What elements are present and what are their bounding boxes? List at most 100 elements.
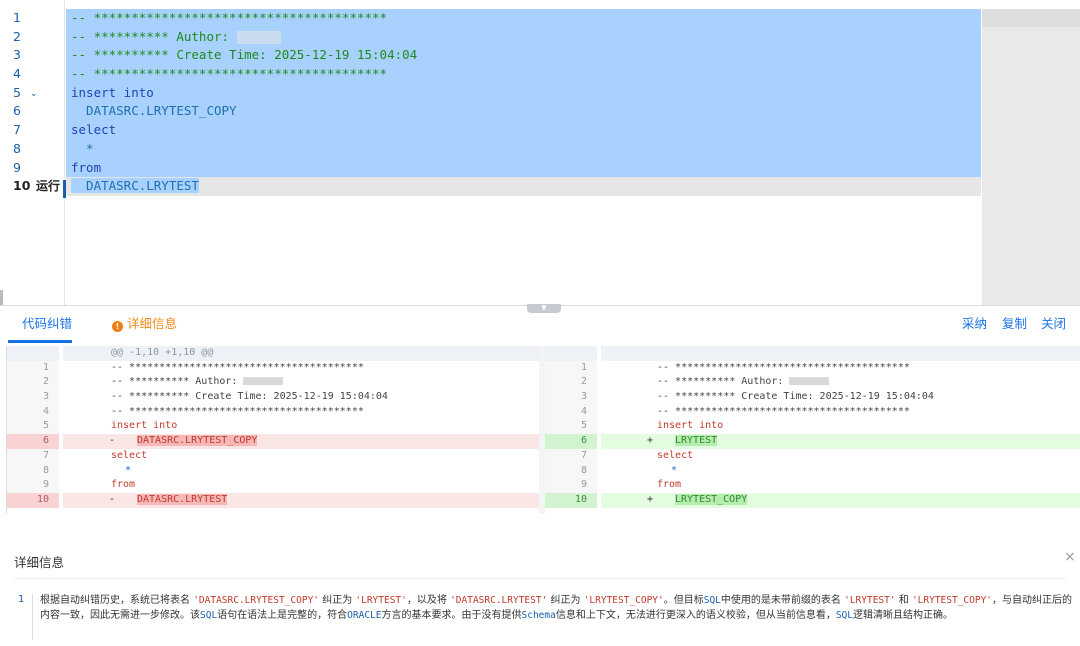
diff-line-number: 3 [545,390,597,405]
detail-paragraph: 根据自动纠错历史，系统已将表名 'DATASRC.LRYTEST_COPY' 纠… [40,594,1080,623]
diff-row-added: 10 + LRYTEST_COPY [545,492,1080,508]
code-text: -- ********** Author: [71,28,230,44]
diff-line-text: - DATASRC.LRYTEST_COPY [63,434,539,449]
code-text: * [71,140,94,156]
diff-view: @@ -1,10 +1,10 @@ 1 -- ******************… [6,346,1080,514]
code-text: DATASRC.LRYTEST [71,178,199,194]
warning-icon: ! [112,321,123,332]
diff-line-number: 9 [545,478,597,493]
line-number: 9 [0,159,64,178]
code-text: DATASRC.LRYTEST_COPY [71,103,237,119]
diff-row: 9 from [545,478,1080,493]
line-number-current: 10 运行 [0,177,64,196]
diff-line-number: 10 [7,492,59,508]
diff-line-text: from [111,479,136,491]
code-line-current: DATASRC.LRYTEST [66,177,981,196]
copy-button[interactable]: 复制 [1002,306,1027,342]
diff-line-text: - DATASRC.LRYTEST [63,492,539,508]
close-icon[interactable]: × [1064,549,1076,565]
detail-text: 。但目标 [663,595,704,606]
diff-row-added: 6 + LRYTEST [545,434,1080,449]
redacted-author [789,377,830,386]
diff-line-text: insert into [111,420,178,432]
detail-text: 中使用的是未带前缀的表名 [720,595,845,606]
code-line: -- ********** Create Time: 2025-12-19 15… [66,46,981,66]
detail-table-name: 'DATASRC.LRYTEST' [450,595,548,606]
diff-line-number: 8 [7,463,59,479]
tab-detail-label: 详细信息 [127,316,178,331]
tab-code-fix[interactable]: 代码纠错 [22,306,72,342]
diff-line-number: 4 [7,404,59,420]
diff-row: 5 insert into [7,419,539,435]
tab-detail-info[interactable]: ! 详细信息 [112,306,177,342]
line-number-text: 5 [13,84,21,100]
code-text: insert into [71,84,154,100]
diff-line-number: 10 [545,492,597,508]
detail-item-number: 1 [18,594,25,605]
diff-row: 8 * [545,463,1080,479]
code-line: from [66,158,981,178]
code-text: -- ********** Create Time: 2025-12-19 15… [71,47,418,63]
diff-line-text: * [601,464,1080,479]
detail-item-bar [32,594,33,640]
diff-line-text: + LRYTEST_COPY [601,492,1080,508]
diff-line-text: from [657,479,682,491]
diff-pane-original: @@ -1,10 +1,10 @@ 1 -- ******************… [7,346,539,514]
detail-table-name: 'LRYTEST_COPY' [583,595,664,606]
detail-keyword: Schema [521,609,556,621]
diff-hunk-header: @@ -1,10 +1,10 @@ [7,346,539,361]
diff-row: 8 * [7,463,539,479]
diff-row: 3 -- ********** Create Time: 2025-12-19 1… [7,390,539,405]
code-area[interactable]: -- *************************************… [66,9,981,196]
line-number: 8 [0,140,64,159]
run-line-button[interactable]: 运行 [36,177,60,196]
diff-row: 3 -- ********** Create Time: 2025-12-19 1… [545,390,1080,405]
detail-text: 方言的基本要求。由于没有提供 [381,609,522,621]
line-number: 7 [0,121,64,140]
diff-line-text: select [657,449,694,461]
line-number-text: 10 [13,178,31,194]
diff-line-text: -- *************************************… [657,405,910,417]
diff-row: 1 -- ************************************… [545,360,1080,376]
diff-row: 2 -- ********** Author: [545,375,1080,391]
diff-row: 5 insert into [545,419,1080,435]
close-button[interactable]: 关闭 [1041,306,1066,342]
detail-keyword: SQL [703,595,721,606]
collapse-panel-handle[interactable]: ▼ [527,304,561,313]
diff-plus-sign: + [647,493,654,505]
line-number-text: 6 [13,103,21,119]
fold-chevron-icon[interactable]: ⌄ [30,85,38,104]
diff-line-text: -- *************************************… [111,405,364,417]
diff-row: 2 -- ********** Author: [7,375,539,391]
line-number-text: 4 [13,66,21,82]
adopt-button[interactable]: 采纳 [962,306,987,342]
code-line: -- ********** Author: [66,27,981,47]
diff-line-number: 2 [7,375,59,391]
diff-removed-token: DATASRC.LRYTEST_COPY [137,435,258,447]
code-line: DATASRC.LRYTEST_COPY [66,102,981,122]
diff-added-token: LRYTEST [675,435,718,447]
line-number: 2 [0,28,64,47]
line-number-text: 3 [13,47,21,63]
code-line: -- *************************************… [66,9,981,28]
diff-line-number: 5 [545,419,597,435]
detail-table-name: 'DATASRC.LRYTEST_COPY' [193,595,320,606]
diff-line-number: 4 [545,404,597,420]
diff-line-text: -- *************************************… [657,361,910,373]
minimap[interactable] [982,9,1080,305]
diff-line-text-value: * [671,464,678,476]
detail-text: 纠正为 [319,595,356,606]
code-line: insert into [66,83,981,103]
diff-line-number: 8 [545,463,597,479]
detail-text: 语句在语法上是完整的，符合 [217,609,348,621]
sql-editor[interactable]: 1 2 3 4 5 ⌄ 6 7 8 9 10 运行 -- *************… [0,0,1080,312]
diff-line-text: * [63,464,539,479]
diff-line-number: 1 [7,360,59,376]
detail-table-name: 'LRYTEST_COPY' [911,595,993,606]
diff-line-text: select [111,449,148,461]
diff-row: 4 -- ************************************… [545,404,1080,420]
minimap-viewport[interactable] [982,9,1080,27]
code-text: -- *************************************… [71,10,388,25]
active-tab-indicator [8,340,72,343]
diff-line-text: -- ********** Create Time: 2025-12-19 15… [111,391,388,403]
